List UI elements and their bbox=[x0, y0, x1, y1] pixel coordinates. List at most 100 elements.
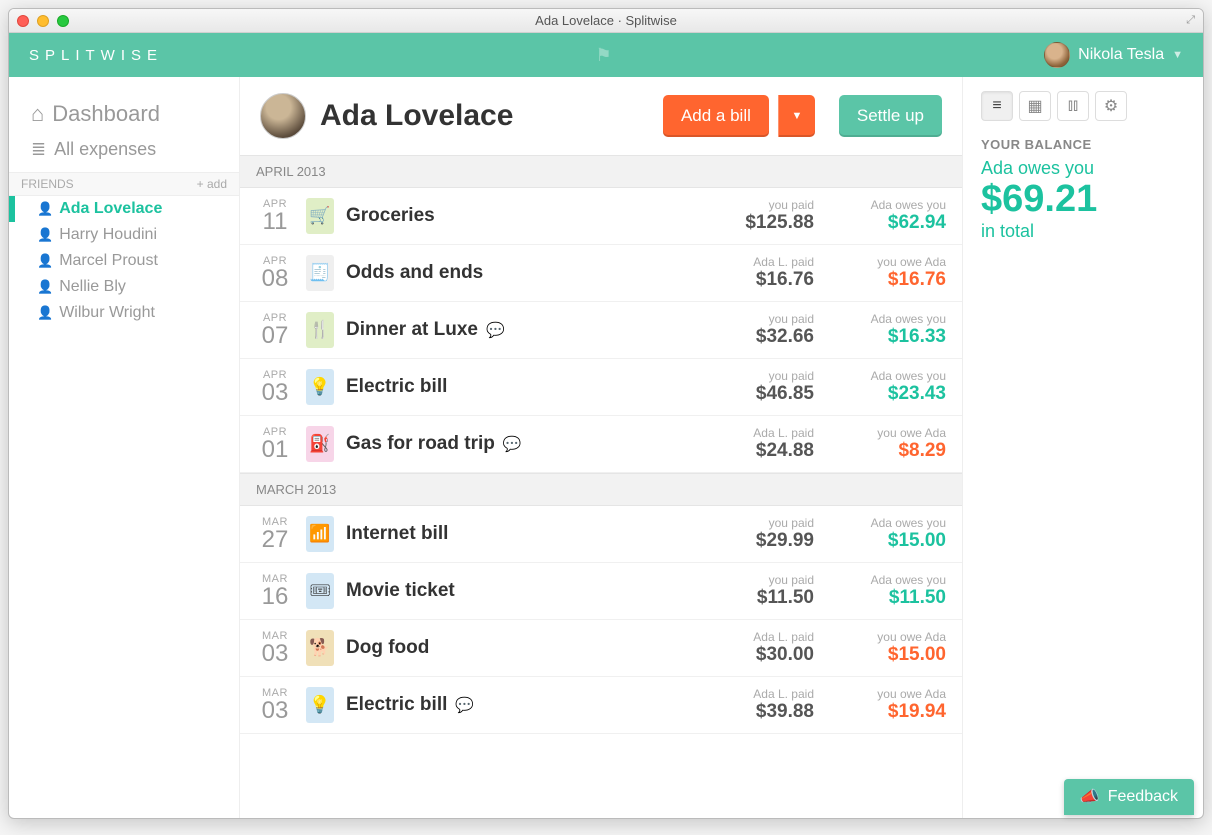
cart-icon: 🛒 bbox=[306, 198, 334, 234]
expense-description: Gas for road trip 💬 bbox=[346, 433, 682, 455]
dog-icon: 🐕 bbox=[306, 630, 334, 666]
expense-description: Electric bill 💬 bbox=[346, 694, 682, 716]
flag-icon[interactable]: ⚑ bbox=[163, 45, 1044, 66]
expense-list: Ada Lovelace Add a bill ▼ Settle up APRI… bbox=[239, 77, 963, 818]
friend-name: Marcel Proust bbox=[59, 252, 158, 270]
window-titlebar: Ada Lovelace · Splitwise ⤢ bbox=[9, 9, 1203, 33]
calendar-icon: ▦ bbox=[1027, 96, 1042, 116]
sidebar-friend-2[interactable]: 👤 Marcel Proust bbox=[9, 248, 239, 274]
nav-dashboard[interactable]: ⌂ Dashboard bbox=[9, 95, 239, 133]
expense-date: MAR03 bbox=[256, 630, 294, 666]
paid-amount: you paid$125.88 bbox=[694, 198, 814, 234]
chevron-down-icon: ▼ bbox=[791, 110, 802, 122]
nav-all-expenses-label: All expenses bbox=[54, 139, 156, 160]
owed-amount: Ada owes you$11.50 bbox=[826, 573, 946, 609]
feedback-label: Feedback bbox=[1108, 788, 1178, 806]
friend-avatar bbox=[260, 93, 306, 139]
friend-name: Ada Lovelace bbox=[59, 200, 162, 218]
view-list-tab[interactable]: ≡ bbox=[981, 91, 1013, 121]
owed-amount: you owe Ada$15.00 bbox=[826, 630, 946, 666]
person-icon: 👤 bbox=[37, 279, 53, 295]
balance-panel: ≡ ▦ ⫾⫾ ⚙ YOUR BALANCE Ada owes you $69.2… bbox=[963, 77, 1203, 818]
friend-name: Wilbur Wright bbox=[59, 304, 155, 322]
view-chart-tab[interactable]: ⫾⫾ bbox=[1057, 91, 1089, 121]
bulb-icon: 💡 bbox=[306, 687, 334, 723]
megaphone-icon: 📣 bbox=[1080, 787, 1100, 807]
add-bill-dropdown[interactable]: ▼ bbox=[778, 95, 815, 137]
expense-date: APR03 bbox=[256, 369, 294, 405]
person-icon: 👤 bbox=[37, 201, 53, 217]
add-bill-button[interactable]: Add a bill bbox=[663, 95, 769, 137]
month-header: MARCH 2013 bbox=[240, 473, 962, 506]
expense-row[interactable]: APR11 🛒 Groceries you paid$125.88 Ada owes y… bbox=[240, 188, 962, 245]
owed-amount: Ada owes you$16.33 bbox=[826, 312, 946, 348]
sidebar-friend-4[interactable]: 👤Wilbur Wright bbox=[9, 300, 239, 326]
expense-description: Electric bill bbox=[346, 376, 682, 398]
bulb-icon: 💡 bbox=[306, 369, 334, 405]
nav-all-expenses[interactable]: ≣ All expenses bbox=[9, 133, 239, 166]
owed-amount: Ada owes you$15.00 bbox=[826, 516, 946, 552]
expense-row[interactable]: APR03💡Electric billyou paid$46.85Ada owe… bbox=[240, 359, 962, 416]
expense-date: MAR27 bbox=[256, 516, 294, 552]
add-friend-button[interactable]: + add bbox=[197, 177, 227, 191]
expense-row[interactable]: APR01⛽Gas for road trip 💬Ada L. paid$24.… bbox=[240, 416, 962, 473]
paid-amount: Ada L. paid$16.76 bbox=[694, 255, 814, 291]
expense-row[interactable]: APR08 🧾 Odds and ends Ada L. paid$16.76 you … bbox=[240, 245, 962, 302]
gas-icon: ⛽ bbox=[306, 426, 334, 462]
settings-tab[interactable]: ⚙ bbox=[1095, 91, 1127, 121]
brand-logo[interactable]: SPLITWISE bbox=[29, 47, 163, 64]
paid-amount: Ada L. paid$24.88 bbox=[694, 426, 814, 462]
expense-description: Movie ticket bbox=[346, 580, 682, 602]
feedback-button[interactable]: 📣 Feedback bbox=[1064, 779, 1194, 815]
owed-amount: Ada owes you$62.94 bbox=[826, 198, 946, 234]
ticket-icon: 🎟 bbox=[306, 573, 334, 609]
fork-icon: 🍴 bbox=[306, 312, 334, 348]
balance-amount: $69.21 bbox=[981, 179, 1185, 221]
user-name: Nikola Tesla bbox=[1078, 46, 1164, 64]
paid-amount: Ada L. paid$30.00 bbox=[694, 630, 814, 666]
chart-icon: ⫾⫾ bbox=[1068, 97, 1078, 115]
expense-date: APR07 bbox=[256, 312, 294, 348]
gear-icon: ⚙ bbox=[1104, 96, 1118, 116]
expense-date: APR08 bbox=[256, 255, 294, 291]
sidebar-friend-3[interactable]: 👤 Nellie Bly bbox=[9, 274, 239, 300]
expense-description: Odds and ends bbox=[346, 262, 682, 284]
balance-text: Ada owes you bbox=[981, 158, 1185, 179]
top-nav: SPLITWISE ⚑ Nikola Tesla ▼ bbox=[9, 33, 1203, 77]
avatar-icon bbox=[1044, 42, 1070, 68]
settle-up-button[interactable]: Settle up bbox=[839, 95, 942, 137]
person-icon: 👤 bbox=[37, 227, 53, 243]
expense-row[interactable]: MAR03 🐕 Dog food Ada L. paid$30.00 you owe A… bbox=[240, 620, 962, 677]
list-icon: ≡ bbox=[992, 97, 1001, 115]
chevron-down-icon: ▼ bbox=[1172, 49, 1183, 61]
friend-name: Nellie Bly bbox=[59, 278, 126, 296]
expense-row[interactable]: MAR16🎟Movie ticketyou paid$11.50Ada owes… bbox=[240, 563, 962, 620]
owed-amount: you owe Ada$16.76 bbox=[826, 255, 946, 291]
month-header: APRIL 2013 bbox=[240, 155, 962, 188]
add-friend-label: add bbox=[207, 177, 227, 191]
window-title: Ada Lovelace · Splitwise bbox=[9, 13, 1203, 28]
nav-dashboard-label: Dashboard bbox=[52, 101, 160, 127]
expense-description: Groceries bbox=[346, 205, 682, 227]
view-calendar-tab[interactable]: ▦ bbox=[1019, 91, 1051, 121]
owed-amount: you owe Ada$8.29 bbox=[826, 426, 946, 462]
expense-row[interactable]: MAR03💡Electric bill 💬Ada L. paid$39.88yo… bbox=[240, 677, 962, 734]
expense-description: Dog food bbox=[346, 637, 682, 659]
expense-row[interactable]: APR07🍴Dinner at Luxe 💬you paid$32.66Ada … bbox=[240, 302, 962, 359]
friend-name: Harry Houdini bbox=[59, 226, 157, 244]
paid-amount: you paid$46.85 bbox=[694, 369, 814, 405]
list-icon: ≣ bbox=[31, 139, 46, 160]
expense-description: Dinner at Luxe 💬 bbox=[346, 319, 682, 341]
user-menu[interactable]: Nikola Tesla ▼ bbox=[1044, 42, 1183, 68]
comment-icon: 💬 bbox=[503, 435, 522, 453]
receipt-icon: 🧾 bbox=[306, 255, 334, 291]
friends-header-label: FRIENDS bbox=[21, 177, 74, 191]
sidebar-friend-0[interactable]: 👤 Ada Lovelace bbox=[9, 196, 239, 222]
expense-row[interactable]: MAR27📶Internet billyou paid$29.99Ada owe… bbox=[240, 506, 962, 563]
person-icon: 👤 bbox=[37, 253, 53, 269]
expense-date: APR11 bbox=[256, 198, 294, 234]
page-title: Ada Lovelace bbox=[320, 99, 649, 133]
sidebar-friend-1[interactable]: 👤 Harry Houdini bbox=[9, 222, 239, 248]
plus-icon: + bbox=[197, 177, 204, 191]
balance-label: YOUR BALANCE bbox=[981, 137, 1185, 152]
